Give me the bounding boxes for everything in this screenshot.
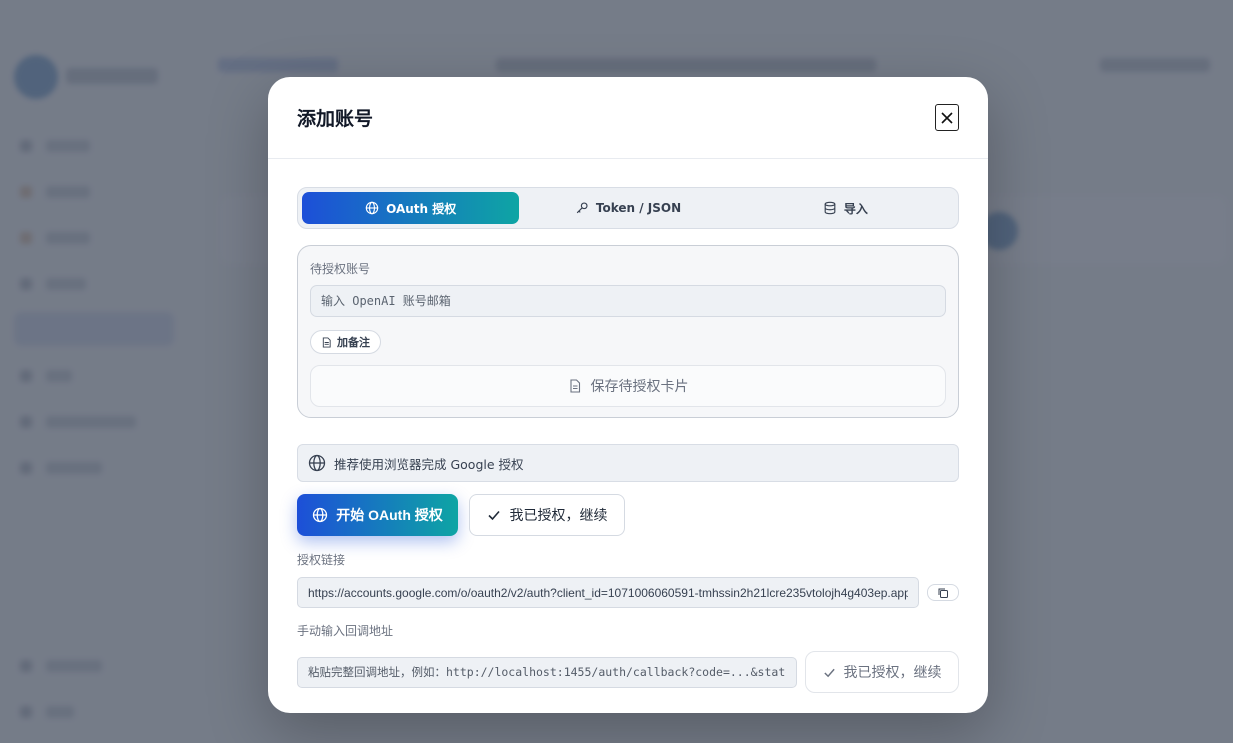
add-note-label: 加备注 xyxy=(337,336,370,349)
callback-row: 我已授权，继续 xyxy=(297,651,959,693)
modal-header: 添加账号 xyxy=(268,77,988,159)
tab-label: OAuth 授权 xyxy=(386,201,457,216)
oauth-actions: 开始 OAuth 授权 我已授权，继续 xyxy=(297,494,959,536)
tab-label: 导入 xyxy=(843,201,868,216)
email-input[interactable] xyxy=(310,285,946,317)
copy-link-button[interactable] xyxy=(927,584,959,601)
callback-input[interactable] xyxy=(297,656,797,688)
database-icon xyxy=(824,201,836,215)
add-note-button[interactable]: 加备注 xyxy=(310,330,381,354)
save-pending-card-button[interactable]: 保存待授权卡片 xyxy=(310,365,946,407)
save-pending-card-label: 保存待授权卡片 xyxy=(590,379,689,395)
tab-token-json[interactable]: Token / JSON xyxy=(519,192,736,224)
check-icon xyxy=(823,668,835,677)
tab-label: Token / JSON xyxy=(595,201,682,215)
browser-hint: 推荐使用浏览器完成 Google 授权 xyxy=(297,444,959,482)
callback-continue-label: 我已授权，继续 xyxy=(843,664,942,680)
document-icon xyxy=(322,336,331,348)
document-icon xyxy=(569,379,580,393)
tab-oauth[interactable]: OAuth 授权 xyxy=(302,192,520,224)
close-icon xyxy=(941,111,953,124)
browser-hint-text: 推荐使用浏览器完成 Google 授权 xyxy=(334,456,524,472)
method-tabs: OAuth 授权 Token / JSON 导入 xyxy=(297,187,959,229)
modal-title: 添加账号 xyxy=(297,108,374,130)
tab-import[interactable]: 导入 xyxy=(737,192,954,224)
close-button[interactable] xyxy=(935,104,959,131)
globe-icon xyxy=(308,454,326,472)
modal-body: OAuth 授权 Token / JSON 导入 待授权账号 加备注 保存待授权… xyxy=(268,159,988,693)
authorized-continue-label: 我已授权，继续 xyxy=(509,507,608,523)
start-oauth-button[interactable]: 开始 OAuth 授权 xyxy=(297,494,458,536)
add-account-modal: 添加账号 OAuth 授权 Token / JSON 导入 待授权账号 输入 O… xyxy=(268,77,988,713)
auth-link-row xyxy=(297,577,959,608)
auth-link-label: 授权链接 xyxy=(297,553,346,567)
pending-account-label: 待授权账号 xyxy=(310,262,371,276)
check-icon xyxy=(487,510,500,521)
callback-continue-button[interactable]: 我已授权，继续 xyxy=(805,651,959,693)
auth-link-input[interactable] xyxy=(297,577,919,608)
authorized-continue-button[interactable]: 我已授权，继续 xyxy=(469,494,625,536)
globe-icon xyxy=(365,201,379,215)
key-icon xyxy=(576,202,588,214)
copy-icon xyxy=(938,588,948,598)
callback-label: 手动输入回调地址 xyxy=(297,624,394,638)
start-oauth-label: 开始 OAuth 授权 xyxy=(336,507,443,523)
globe-icon xyxy=(313,507,328,523)
pending-account-card: 待授权账号 加备注 保存待授权卡片 xyxy=(297,245,959,418)
